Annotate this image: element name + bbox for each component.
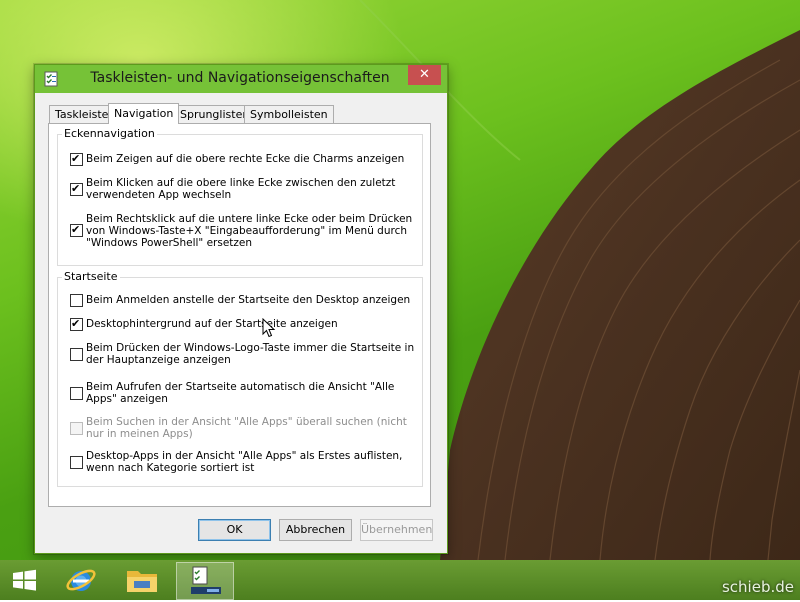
option-label: Beim Anmelden anstelle der Startseite de… <box>86 294 411 306</box>
folder-icon <box>127 571 157 592</box>
file-explorer-button[interactable] <box>118 562 166 598</box>
tab-navigation[interactable]: Navigation <box>108 103 180 124</box>
window-title: Taskleisten- und Navigationseigenschafte… <box>90 70 390 86</box>
windows-logo-icon <box>13 569 36 591</box>
start-button[interactable] <box>0 562 48 598</box>
close-icon: ✕ <box>419 67 430 82</box>
close-button[interactable]: ✕ <box>408 65 441 85</box>
group-title-start: Startseite <box>62 270 120 283</box>
option-show-all-apps-view[interactable]: Beim Aufrufen der Startseite automatisch… <box>70 380 415 406</box>
checkbox[interactable]: ✔ <box>70 317 83 331</box>
checkbox[interactable] <box>70 387 83 400</box>
checkbox <box>70 422 83 435</box>
check-icon: ✔ <box>71 317 81 330</box>
cancel-button[interactable]: Abbrechen <box>279 519 352 541</box>
corner-navigation-group: Eckennavigation ✔ Beim Zeigen auf die ob… <box>57 127 423 266</box>
check-icon: ✔ <box>71 223 81 236</box>
checkbox[interactable] <box>70 348 83 361</box>
option-start-on-main-display[interactable]: Beim Drücken der Windows-Logo-Taste imme… <box>70 341 415 367</box>
checkbox[interactable] <box>70 456 83 469</box>
tab-symbolleisten[interactable]: Symbolleisten <box>244 105 334 123</box>
start-screen-group: Startseite Beim Anmelden anstelle der St… <box>57 270 423 487</box>
mouse-cursor-icon <box>262 318 276 338</box>
checklist-icon <box>191 566 221 594</box>
option-label: Beim Suchen in der Ansicht "Alle Apps" ü… <box>86 416 407 440</box>
tab-taskleiste[interactable]: Taskleiste <box>49 105 115 123</box>
option-desktop-background-on-start[interactable]: ✔ Desktophintergrund auf der Startseite … <box>70 317 415 331</box>
option-label: Beim Klicken auf die obere linke Ecke zw… <box>86 177 396 201</box>
check-icon: ✔ <box>71 182 81 195</box>
dialog-client: Taskleiste Navigation Sprunglisten Symbo… <box>43 93 439 545</box>
checklist-icon <box>44 71 58 87</box>
watermark-text: schieb.de <box>721 578 794 596</box>
title-bar[interactable]: Taskleisten- und Navigationseigenschafte… <box>35 65 447 93</box>
taskbar <box>0 560 800 600</box>
check-icon: ✔ <box>71 152 81 165</box>
checkbox[interactable]: ✔ <box>70 223 83 237</box>
internet-explorer-button[interactable] <box>57 562 105 598</box>
checkbox[interactable] <box>70 294 83 307</box>
properties-window-button[interactable] <box>176 562 234 600</box>
option-switch-recent-apps[interactable]: ✔ Beim Klicken auf die obere linke Ecke … <box>70 176 415 202</box>
option-search-everywhere: Beim Suchen in der Ansicht "Alle Apps" ü… <box>70 415 415 441</box>
ok-button[interactable]: OK <box>198 519 271 541</box>
navigation-tab-panel: Eckennavigation ✔ Beim Zeigen auf die ob… <box>48 123 431 507</box>
option-label: Desktop-Apps in der Ansicht "Alle Apps" … <box>86 450 403 474</box>
option-label: Beim Drücken der Windows-Logo-Taste imme… <box>86 342 415 366</box>
checkbox[interactable]: ✔ <box>70 182 83 196</box>
properties-dialog: Taskleisten- und Navigationseigenschafte… <box>34 64 448 554</box>
option-label: Beim Aufrufen der Startseite automatisch… <box>86 381 395 405</box>
internet-explorer-icon <box>66 569 96 591</box>
option-label: Beim Zeigen auf die obere rechte Ecke di… <box>86 153 405 165</box>
option-charms-top-right[interactable]: ✔ Beim Zeigen auf die obere rechte Ecke … <box>70 152 415 166</box>
option-label: Beim Rechtsklick auf die untere linke Ec… <box>86 213 413 249</box>
option-label: Desktophintergrund auf der Startseite an… <box>86 318 338 330</box>
option-desktop-apps-first[interactable]: Desktop-Apps in der Ansicht "Alle Apps" … <box>70 449 415 475</box>
apply-button: Übernehmen <box>360 519 433 541</box>
option-desktop-on-signin[interactable]: Beim Anmelden anstelle der Startseite de… <box>70 293 415 307</box>
group-title-corner: Eckennavigation <box>62 127 157 140</box>
option-replace-with-powershell[interactable]: ✔ Beim Rechtsklick auf die untere linke … <box>70 212 415 250</box>
checkbox[interactable]: ✔ <box>70 152 83 166</box>
